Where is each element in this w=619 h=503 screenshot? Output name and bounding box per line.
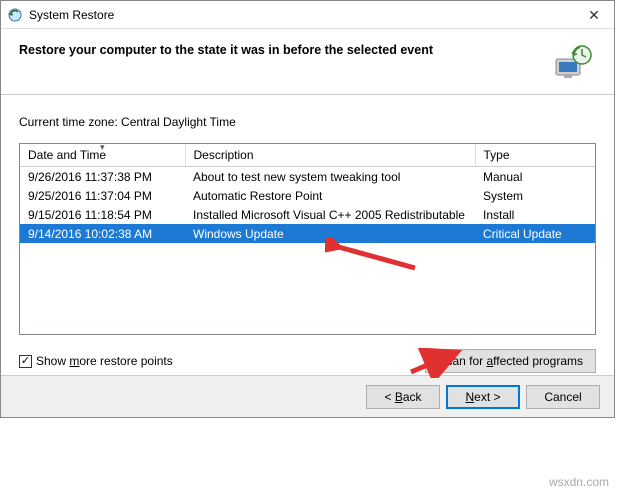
scan-affected-button[interactable]: Scan for affected programs	[425, 349, 596, 373]
cell-desc: About to test new system tweaking tool	[185, 167, 475, 187]
back-u: B	[395, 390, 403, 404]
cancel-button[interactable]: Cancel	[526, 385, 600, 409]
next-u: N	[465, 390, 474, 404]
titlebar: System Restore ✕	[1, 1, 614, 29]
next-button[interactable]: Next >	[446, 385, 520, 409]
next-post: ext >	[474, 390, 500, 404]
show-more-checkbox[interactable]: ✓ Show more restore points	[19, 354, 173, 368]
scan-post: ffected programs	[493, 354, 583, 368]
col-date-label: Date and Time	[28, 148, 106, 162]
table-row-empty	[20, 243, 595, 260]
checkbox-box: ✓	[19, 355, 32, 368]
scan-pre: Scan for	[438, 354, 486, 368]
cell-desc: Automatic Restore Point	[185, 186, 475, 205]
cell-type: Critical Update	[475, 224, 595, 243]
restore-points-table[interactable]: Date and Time ▾ Description Type 9/26/20…	[19, 143, 596, 335]
table-row[interactable]: 9/15/2016 11:18:54 PMInstalled Microsoft…	[20, 205, 595, 224]
table-row[interactable]: 9/26/2016 11:37:38 PMAbout to test new s…	[20, 167, 595, 187]
table-row-empty	[20, 260, 595, 277]
table-row-empty	[20, 294, 595, 311]
system-restore-graphic-icon	[550, 41, 594, 81]
col-type-label: Type	[484, 148, 510, 162]
below-table-row: ✓ Show more restore points Scan for affe…	[19, 349, 596, 373]
checkbox-label: Show more restore points	[36, 354, 173, 368]
back-post: ack	[403, 390, 422, 404]
col-type[interactable]: Type	[475, 144, 595, 167]
col-description[interactable]: Description	[185, 144, 475, 167]
close-button[interactable]: ✕	[574, 1, 614, 29]
cb-post: ore restore points	[79, 354, 172, 368]
cell-desc: Windows Update	[185, 224, 475, 243]
system-restore-icon	[7, 7, 23, 23]
back-button[interactable]: < Back	[366, 385, 440, 409]
cell-desc: Installed Microsoft Visual C++ 2005 Redi…	[185, 205, 475, 224]
page-heading: Restore your computer to the state it wa…	[19, 41, 433, 57]
cell-type: Manual	[475, 167, 595, 187]
cell-date: 9/15/2016 11:18:54 PM	[20, 205, 185, 224]
check-icon: ✓	[21, 356, 30, 367]
timezone-label: Current time zone: Central Daylight Time	[19, 115, 596, 129]
wizard-header: Restore your computer to the state it wa…	[1, 29, 614, 95]
table-row[interactable]: 9/14/2016 10:02:38 AMWindows UpdateCriti…	[20, 224, 595, 243]
watermark: wsxdn.com	[549, 475, 609, 489]
cell-type: System	[475, 186, 595, 205]
table-row-empty	[20, 311, 595, 328]
col-desc-label: Description	[194, 148, 254, 162]
window-title: System Restore	[29, 8, 114, 22]
col-date-time[interactable]: Date and Time ▾	[20, 144, 185, 167]
cell-type: Install	[475, 205, 595, 224]
close-icon: ✕	[588, 7, 600, 24]
back-pre: <	[384, 390, 394, 404]
wizard-content: Current time zone: Central Daylight Time…	[1, 95, 614, 373]
sort-desc-icon: ▾	[100, 143, 105, 153]
system-restore-window: System Restore ✕ Restore your computer t…	[0, 0, 615, 418]
wizard-footer: < Back Next > Cancel	[1, 375, 614, 417]
table-row-empty	[20, 328, 595, 335]
cb-u: m	[69, 354, 79, 368]
table-row-empty	[20, 277, 595, 294]
cell-date: 9/25/2016 11:37:04 PM	[20, 186, 185, 205]
cell-date: 9/26/2016 11:37:38 PM	[20, 167, 185, 187]
cell-date: 9/14/2016 10:02:38 AM	[20, 224, 185, 243]
table-row[interactable]: 9/25/2016 11:37:04 PMAutomatic Restore P…	[20, 186, 595, 205]
table-header-row: Date and Time ▾ Description Type	[20, 144, 595, 167]
cb-pre: Show	[36, 354, 69, 368]
